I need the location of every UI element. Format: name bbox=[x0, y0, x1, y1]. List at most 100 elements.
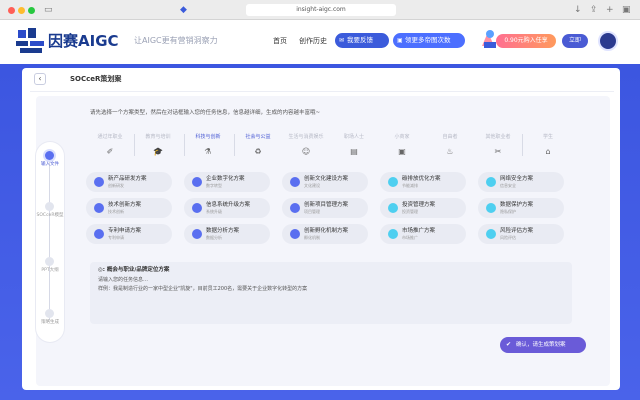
plan-card-subtitle: 市场推广 bbox=[402, 235, 418, 240]
document-icon: ▤ bbox=[350, 147, 358, 156]
tab-category-6[interactable]: 职场人士 ▤ bbox=[330, 130, 378, 164]
task-input-placeholder: 请输入您的任务信息… bbox=[98, 277, 149, 283]
plan-card-dot-icon bbox=[192, 229, 202, 239]
plan-card-dot-icon bbox=[192, 203, 202, 213]
plan-card[interactable]: 创新项目管理方案 项目管理 bbox=[282, 198, 368, 218]
plan-card-title: 市场推广方案 bbox=[402, 228, 436, 234]
plan-card-dot-icon bbox=[388, 203, 398, 213]
brand-name[interactable]: 因赛AIGC bbox=[48, 32, 119, 50]
tab-category-2[interactable]: 教育与培训 🎓 bbox=[134, 130, 182, 164]
shield-icon[interactable]: ◆ bbox=[180, 3, 187, 17]
tab-category-7[interactable]: 小商家 ▣ bbox=[378, 130, 426, 164]
plan-card[interactable]: 新产品研发方案 创新研发 bbox=[86, 172, 172, 192]
plan-card-dot-icon bbox=[94, 229, 104, 239]
tab-divider bbox=[522, 134, 523, 156]
plan-card-dot-icon bbox=[486, 177, 496, 187]
step-dot-2 bbox=[45, 202, 54, 211]
chat-icon: ✉ bbox=[339, 37, 345, 44]
share-icon[interactable]: ⇪ bbox=[590, 3, 598, 17]
plan-card-subtitle: 信息安全 bbox=[500, 183, 516, 188]
plan-card[interactable]: 技术创新方案 技术创新 bbox=[86, 198, 172, 218]
plan-card-title: 创新文化建设方案 bbox=[304, 176, 349, 182]
category-tabs: 通过年职业 ✐ 教育与培训 🎓 科技与创新 ⚗ 社会与公益 ♻ 生活与消费娱乐 … bbox=[86, 130, 570, 164]
tab-divider bbox=[184, 134, 185, 156]
plan-card-subtitle: 节能减排 bbox=[402, 183, 418, 188]
tab-category-4[interactable]: 社会与公益 ♻ bbox=[234, 130, 282, 164]
plan-card[interactable]: 风险评估方案 风险评估 bbox=[478, 224, 564, 244]
minimize-window-button[interactable] bbox=[18, 7, 25, 14]
plan-card[interactable]: 投资管理方案 投资管理 bbox=[380, 198, 466, 218]
brand-logo-icon[interactable] bbox=[16, 28, 46, 54]
plan-card-dot-icon bbox=[290, 229, 300, 239]
plan-card-title: 数据保护方案 bbox=[500, 202, 534, 208]
tab-category-10[interactable]: 学生 ⌂ bbox=[524, 130, 572, 164]
step-dot-4 bbox=[45, 309, 54, 318]
step-label-2: SOCceR模型 bbox=[36, 213, 64, 218]
page-title: SOCceR策划案 bbox=[70, 75, 122, 83]
plan-card-title: 创新项目管理方案 bbox=[304, 202, 349, 208]
tab-divider bbox=[134, 134, 135, 156]
nav-home[interactable]: 首页 bbox=[273, 36, 287, 46]
step-label-1: 输入文件 bbox=[41, 162, 59, 167]
close-window-button[interactable] bbox=[8, 7, 15, 14]
promo-now-badge[interactable]: 立即 bbox=[562, 34, 588, 48]
tab-category-8[interactable]: 自由者 ♨ bbox=[426, 130, 474, 164]
plan-card[interactable]: 数据分析方案 数据分析 bbox=[184, 224, 270, 244]
plan-card[interactable]: 数据保护方案 隐私保护 bbox=[478, 198, 564, 218]
check-circle-icon: ✔ bbox=[506, 341, 512, 348]
plan-card-title: 碳排放优化方案 bbox=[402, 176, 441, 182]
tab-category-9[interactable]: 其他职业者 ✂ bbox=[474, 130, 522, 164]
plan-card[interactable]: 专利申请方案 专利申请 bbox=[86, 224, 172, 244]
plan-card[interactable]: 创新孵化机制方案 孵化机制 bbox=[282, 224, 368, 244]
header-divider bbox=[30, 91, 614, 92]
step-label-4: 策略生成 bbox=[41, 320, 59, 325]
plan-card[interactable]: 信息系统升级方案 系统升级 bbox=[184, 198, 270, 218]
back-button[interactable]: ‹ bbox=[34, 73, 46, 85]
stepper-line bbox=[49, 160, 50, 320]
promo-button[interactable]: 0.90元购入任享 bbox=[496, 34, 556, 48]
plan-card-subtitle: 隐私保护 bbox=[500, 209, 516, 214]
plan-card-title: 技术创新方案 bbox=[108, 202, 142, 208]
plan-card-subtitle: 风险评估 bbox=[500, 235, 516, 240]
plan-card-dot-icon bbox=[192, 177, 202, 187]
step-dot-3 bbox=[45, 257, 54, 266]
plan-card-subtitle: 创新研发 bbox=[108, 183, 124, 188]
plan-card[interactable]: 创新文化建设方案 文化建设 bbox=[282, 172, 368, 192]
plan-card[interactable]: 碳排放优化方案 节能减排 bbox=[380, 172, 466, 192]
sidebar-icon[interactable]: ▭ bbox=[44, 3, 53, 17]
plan-card-title: 信息系统升级方案 bbox=[206, 202, 251, 208]
plan-card-dot-icon bbox=[388, 229, 398, 239]
plan-card-title: 风险评估方案 bbox=[500, 228, 534, 234]
tab-category-5[interactable]: 生活与消费娱乐 ☺ bbox=[282, 130, 330, 164]
plan-card-title: 创新孵化机制方案 bbox=[304, 228, 349, 234]
user-avatar[interactable] bbox=[598, 31, 618, 51]
new-tab-icon[interactable]: + bbox=[606, 3, 614, 17]
tabs-overview-icon[interactable]: ▣ bbox=[622, 3, 631, 17]
brand-slogan: 让AIGC更有营销洞察力 bbox=[134, 36, 218, 45]
pencil-icon: ✐ bbox=[106, 147, 114, 156]
scissors-icon: ✂ bbox=[494, 147, 502, 156]
lab-flask-icon: ⚗ bbox=[204, 147, 212, 156]
tab-category-1[interactable]: 通过年职业 ✐ bbox=[86, 130, 134, 164]
plan-card[interactable]: 网络安全方案 信息安全 bbox=[478, 172, 564, 192]
school-icon: ⌂ bbox=[545, 147, 551, 156]
feedback-button[interactable]: ✉ 我要反馈 bbox=[335, 33, 389, 48]
chevron-left-icon: ‹ bbox=[38, 74, 42, 83]
plan-card[interactable]: 企业数字化方案 数字转型 bbox=[184, 172, 270, 192]
plan-card-dot-icon bbox=[290, 203, 300, 213]
plan-card-title: 网络安全方案 bbox=[500, 176, 534, 182]
tab-category-3[interactable]: 科技与创新 ⚗ bbox=[184, 130, 232, 164]
step-dot-1 bbox=[45, 151, 54, 160]
browser-toolbar: ▭ ◆ insight-aigc.com ↓ ⇪ + ▣ bbox=[0, 0, 640, 20]
plan-card-subtitle: 数据分析 bbox=[206, 235, 222, 240]
download-icon[interactable]: ↓ bbox=[574, 3, 582, 17]
nav-history[interactable]: 创作历史 bbox=[299, 36, 327, 46]
maximize-window-button[interactable] bbox=[28, 7, 35, 14]
address-bar[interactable]: insight-aigc.com bbox=[246, 4, 396, 16]
plan-card[interactable]: 市场推广方案 市场推广 bbox=[380, 224, 466, 244]
coffee-icon: ♨ bbox=[446, 147, 454, 156]
free-credits-button[interactable]: ▣ 领更多帝图次数 bbox=[393, 33, 465, 48]
plan-card-subtitle: 技术创新 bbox=[108, 209, 124, 214]
generate-plan-button[interactable]: ✔ 确认，请生成策划案 bbox=[500, 337, 586, 353]
plan-card-subtitle: 文化建设 bbox=[304, 183, 320, 188]
